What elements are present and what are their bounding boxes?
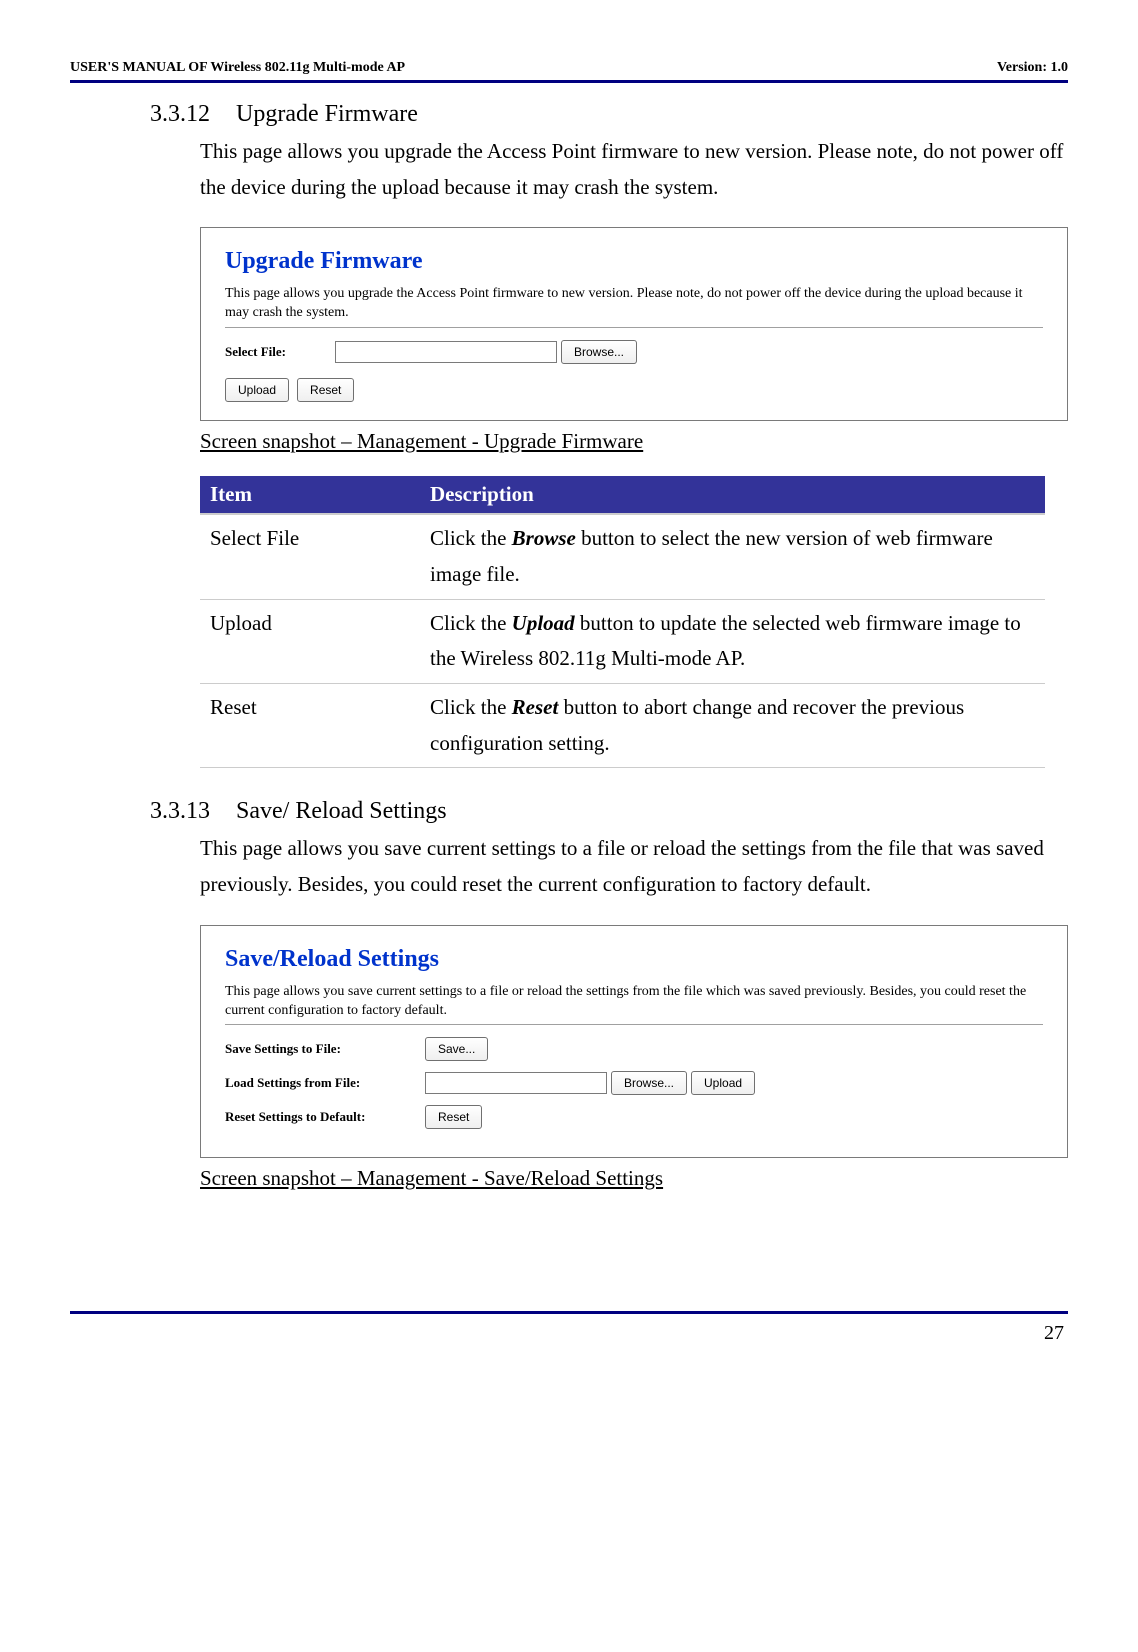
ss1-desc: This page allows you upgrade the Access … (225, 285, 1043, 323)
cell-item: Select File (200, 514, 420, 599)
cell-item: Upload (200, 599, 420, 683)
ss2-divider (225, 1024, 1043, 1025)
ss2-title: Save/Reload Settings (225, 946, 1043, 973)
save-to-file-label: Save Settings to File: (225, 1041, 425, 1057)
caption-upgrade: Screen snapshot – Management - Upgrade F… (200, 429, 1068, 454)
reset-button-2[interactable]: Reset (425, 1105, 482, 1129)
upload-button[interactable]: Upload (225, 378, 289, 402)
cell-desc: Click the Reset button to abort change a… (420, 683, 1045, 767)
load-from-file-label: Load Settings from File: (225, 1075, 425, 1091)
header-right: Version: 1.0 (997, 60, 1068, 76)
page-header: USER'S MANUAL OF Wireless 802.11g Multi-… (70, 60, 1068, 80)
screenshot-upgrade-firmware: Upgrade Firmware This page allows you up… (200, 227, 1068, 421)
load-file-input[interactable] (425, 1072, 607, 1094)
reset-button[interactable]: Reset (297, 378, 354, 402)
ss2-desc: This page allows you save current settin… (225, 983, 1043, 1021)
page-number: 27 (70, 1322, 1068, 1345)
screenshot-save-reload: Save/Reload Settings This page allows yo… (200, 925, 1068, 1159)
section-number: 3.3.12 (150, 101, 230, 128)
section2-body: This page allows you save current settin… (200, 831, 1068, 902)
ss1-title: Upgrade Firmware (225, 248, 1043, 275)
select-file-label: Select File: (225, 344, 335, 360)
cell-item: Reset (200, 683, 420, 767)
browse-button[interactable]: Browse... (561, 340, 637, 364)
ss1-divider (225, 327, 1043, 328)
table-row: Reset Click the Reset button to abort ch… (200, 683, 1045, 767)
footer-rule (70, 1311, 1068, 1314)
th-item: Item (200, 476, 420, 514)
cell-desc: Click the Upload button to update the se… (420, 599, 1045, 683)
upload-button-2[interactable]: Upload (691, 1071, 755, 1095)
cell-desc: Click the Browse button to select the ne… (420, 514, 1045, 599)
table-row: Select File Click the Browse button to s… (200, 514, 1045, 599)
section1-body: This page allows you upgrade the Access … (200, 134, 1068, 205)
th-desc: Description (420, 476, 1045, 514)
caption-save: Screen snapshot – Management - Save/Relo… (200, 1166, 1068, 1191)
save-button[interactable]: Save... (425, 1037, 488, 1061)
table-upgrade: Item Description Select File Click the B… (200, 476, 1045, 768)
section-number: 3.3.13 (150, 798, 230, 825)
reset-default-label: Reset Settings to Default: (225, 1109, 425, 1125)
select-file-input[interactable] (335, 341, 557, 363)
table-row: Upload Click the Upload button to update… (200, 599, 1045, 683)
browse-button-2[interactable]: Browse... (611, 1071, 687, 1095)
section-heading-upgrade: 3.3.12 Upgrade Firmware (150, 101, 1068, 128)
section-heading-save: 3.3.13 Save/ Reload Settings (150, 798, 1068, 825)
section-title: Save/ Reload Settings (236, 798, 447, 824)
header-rule (70, 80, 1068, 83)
header-left: USER'S MANUAL OF Wireless 802.11g Multi-… (70, 60, 405, 76)
section-title: Upgrade Firmware (236, 101, 418, 127)
